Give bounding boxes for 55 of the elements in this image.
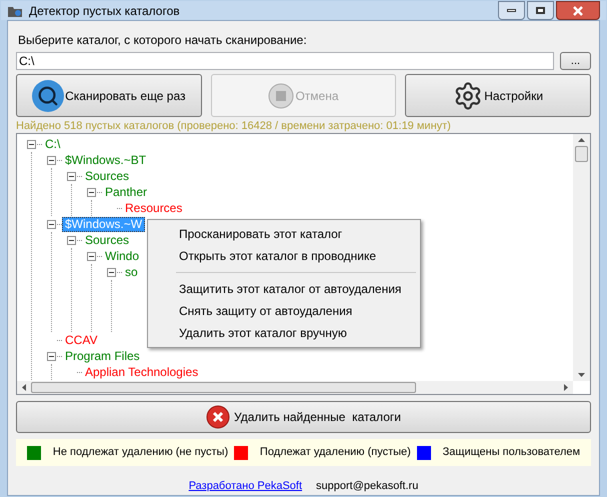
collapse-toggle[interactable] <box>107 268 116 276</box>
status-text: Найдено 518 пустых каталогов (проверено: 16428 / времени затрачено: 01:19 минут) <box>16 120 452 133</box>
error-icon <box>206 405 230 429</box>
tree-item[interactable]: Panther <box>102 184 150 200</box>
close-icon <box>572 6 584 16</box>
collapse-toggle[interactable] <box>87 188 96 196</box>
stop-icon <box>268 82 294 108</box>
scroll-thumb[interactable] <box>31 382 416 393</box>
support-email: support@pekasoft.ru <box>316 479 418 494</box>
settings-icon <box>453 80 484 110</box>
scan-button[interactable]: Сканировать еще раз <box>16 74 202 117</box>
scroll-thumb[interactable] <box>575 146 588 162</box>
path-label: Выберите каталог, с которого начать сканирование: <box>18 32 308 49</box>
scroll-right-icon <box>564 384 568 391</box>
collapse-toggle[interactable] <box>47 352 56 360</box>
collapse-toggle[interactable] <box>67 236 76 244</box>
tree-item[interactable]: Applian Technologies <box>82 364 202 380</box>
tree-item[interactable]: Sources <box>82 232 132 248</box>
legend-label: Не подлежат удалению (не пусты) <box>52 445 228 460</box>
collapse-toggle[interactable] <box>47 156 56 164</box>
menu-item[interactable]: Просканировать этот каталог <box>176 223 416 245</box>
tree-item[interactable]: Windo <box>102 248 142 264</box>
collapse-toggle[interactable] <box>27 140 36 148</box>
menu-item[interactable]: Открыть этот каталог в проводнике <box>176 245 416 267</box>
developer-link[interactable]: Разработано PekaSoft <box>188 478 302 494</box>
collapse-toggle[interactable] <box>47 220 56 228</box>
legend-label: Подлежат удалению (пустые) <box>260 445 411 460</box>
tree-item[interactable]: so <box>122 264 141 280</box>
collapse-toggle[interactable] <box>87 252 96 260</box>
horizontal-scrollbar[interactable] <box>17 381 573 394</box>
menu-item[interactable]: Удалить этот каталог вручную <box>176 322 416 344</box>
tree-item[interactable]: Resources <box>122 200 186 216</box>
window-title: Детектор пустых каталогов <box>29 2 180 20</box>
path-field[interactable]: C:\ <box>16 52 554 70</box>
scroll-up-icon <box>578 138 585 142</box>
menu-item[interactable]: Защитить этот каталог от автоудаления <box>176 278 416 300</box>
menu-item[interactable]: Снять защиту от автоудаления <box>176 300 416 322</box>
delete-button[interactable]: Удалить найденные каталоги <box>16 401 591 433</box>
vertical-scrollbar[interactable] <box>573 134 590 381</box>
close-button[interactable] <box>556 1 600 20</box>
tree-item[interactable]: $Windows.~W <box>62 216 146 232</box>
tree-item[interactable]: Sources <box>82 168 132 184</box>
search-icon <box>32 80 64 112</box>
minimize-button[interactable] <box>498 1 525 20</box>
scroll-down-icon <box>578 373 585 377</box>
tree-item[interactable]: CCAV <box>62 332 100 348</box>
tree-item[interactable]: Program Files <box>62 348 143 364</box>
tree-item[interactable]: C:\ <box>42 136 64 152</box>
browse-button[interactable]: ... <box>560 52 591 70</box>
maximize-button[interactable] <box>527 1 554 20</box>
collapse-toggle[interactable] <box>67 172 76 180</box>
settings-button[interactable]: Настройки <box>405 74 592 117</box>
legend-label: Защищены пользователем <box>442 445 580 460</box>
scroll-left-icon <box>22 384 26 391</box>
tree-item[interactable]: $Windows.~BT <box>62 152 150 168</box>
